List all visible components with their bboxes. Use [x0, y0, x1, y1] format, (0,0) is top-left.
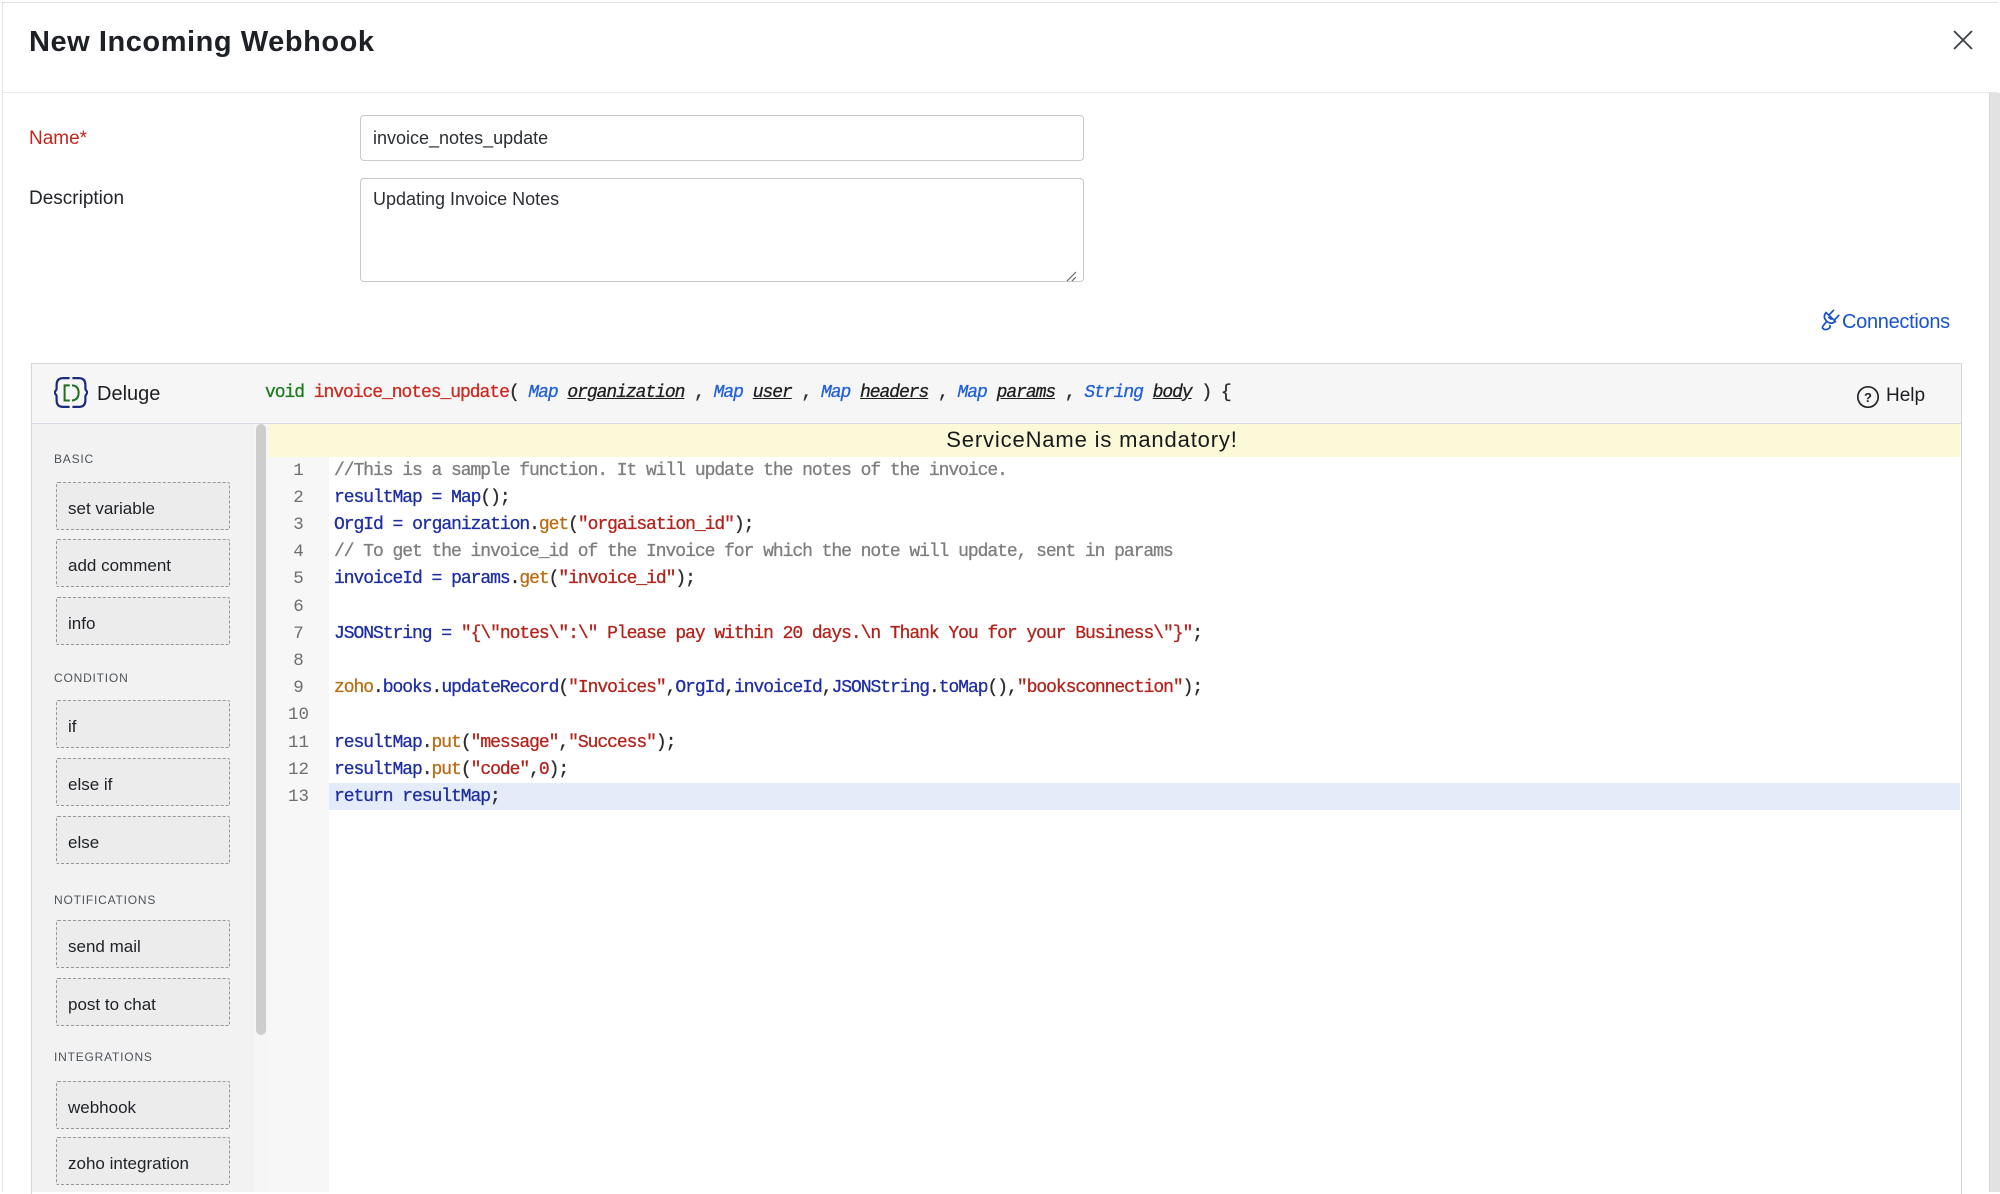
svg-text:?: ?: [1864, 390, 1872, 405]
